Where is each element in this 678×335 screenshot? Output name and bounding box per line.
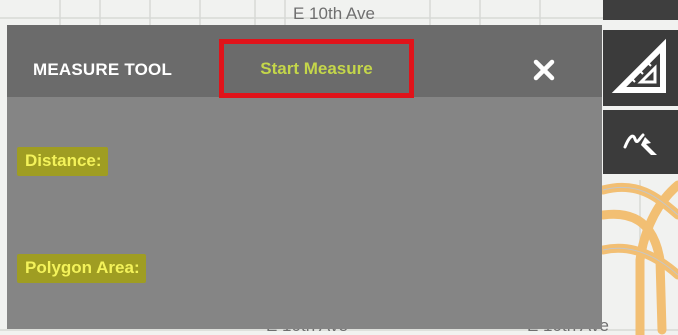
start-measure-button[interactable]: Start Measure xyxy=(219,39,414,98)
map-toolbar xyxy=(603,0,678,180)
draw-tool-button[interactable] xyxy=(603,110,678,174)
close-button[interactable] xyxy=(527,53,561,87)
polygon-area-label: Polygon Area: xyxy=(17,254,146,283)
street-label-top: E 10th Ave xyxy=(293,4,375,23)
measure-tool-button[interactable] xyxy=(603,30,678,106)
pen-draw-icon xyxy=(623,133,657,155)
close-icon xyxy=(533,59,555,81)
ruler-triangle-icon xyxy=(611,38,666,93)
panel-title: MEASURE TOOL xyxy=(33,60,173,79)
panel-header: MEASURE TOOL Start Measure xyxy=(7,25,602,98)
distance-label: Distance: xyxy=(17,147,108,176)
toolbar-top-button[interactable] xyxy=(603,0,678,20)
measure-tool-panel: MEASURE TOOL Start Measure Distance: Pol… xyxy=(7,25,602,329)
start-measure-label: Start Measure xyxy=(260,58,373,78)
